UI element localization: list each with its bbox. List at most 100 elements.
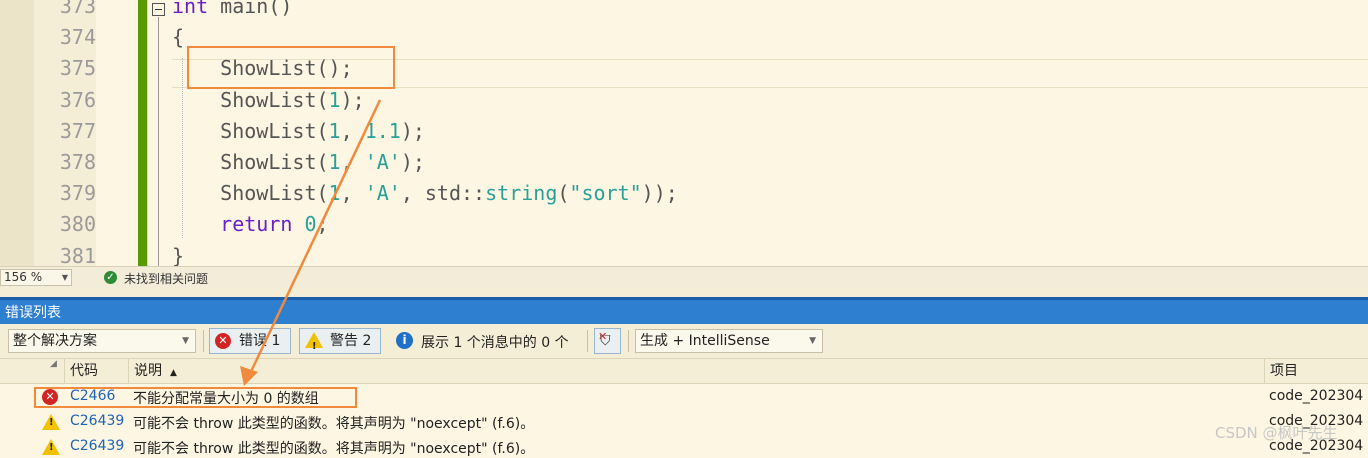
error-list-header: ◢ 代码 说明 ▲ 项目: [0, 358, 1368, 384]
column-header-project[interactable]: 项目: [1264, 359, 1368, 383]
error-code-link[interactable]: C26439: [70, 413, 124, 429]
error-list-row[interactable]: ! C26439 可能不会 throw 此类型的函数。将其声明为 "noexcept…: [0, 411, 1368, 433]
warnings-filter-button[interactable]: ! 警告 2: [299, 328, 381, 354]
code-line[interactable]: ShowList(1);: [172, 88, 365, 112]
code-token: "sort": [569, 181, 642, 206]
info-icon[interactable]: i: [396, 332, 413, 349]
code-line[interactable]: {: [172, 25, 184, 49]
chevron-down-icon: ▼: [809, 336, 816, 346]
code-token: ));: [641, 181, 678, 206]
code-token: 1: [328, 150, 341, 174]
code-token: return: [220, 212, 293, 237]
code-line[interactable]: ShowList(1, 'A');: [172, 150, 425, 174]
code-line[interactable]: int main(): [172, 0, 292, 18]
code-token: main(): [208, 0, 293, 18]
warning-icon: !: [42, 414, 60, 430]
code-token: 1: [328, 118, 341, 143]
line-number: 377: [59, 118, 96, 143]
column-label: 说明: [134, 363, 162, 379]
error-description: 可能不会 throw 此类型的函数。将其声明为 "noexcept" (f.6)…: [133, 416, 535, 432]
column-label: 代码: [70, 363, 98, 379]
code-token: 0: [304, 212, 317, 237]
code-token: ,: [340, 181, 365, 206]
scope-dropdown[interactable]: 整个解决方案 ▼: [8, 329, 196, 353]
outline-line: [158, 17, 159, 266]
clear-filter-button[interactable]: ⛉ ✕: [594, 328, 621, 354]
errors-filter-label: 错误 1: [239, 333, 281, 349]
toolbar-separator: [628, 330, 629, 352]
warning-icon: !: [42, 439, 60, 455]
margin-divider: [147, 0, 148, 266]
editor-gutter: [0, 0, 34, 266]
code-token: 1.1: [364, 118, 401, 143]
issues-status-text[interactable]: 未找到相关问题: [124, 270, 208, 287]
close-icon: ✕: [598, 330, 608, 343]
code-line[interactable]: ShowList(1, 1.1);: [172, 119, 425, 143]
code-token: 'A': [364, 181, 401, 206]
collapse-region-icon[interactable]: [152, 3, 165, 16]
code-line[interactable]: return 0;: [172, 212, 329, 237]
code-token: (: [557, 181, 570, 206]
code-token: int: [172, 0, 209, 18]
indent-guide: [182, 58, 183, 238]
toolbar-separator: [203, 330, 204, 352]
sort-ascending-icon: ▲: [170, 368, 177, 378]
error-list-toolbar: 整个解决方案 ▼ ✕ 错误 1 ! 警告 2 i 展示 1 个消息中的 0 个 …: [0, 324, 1368, 358]
code-token: 'A': [364, 150, 401, 174]
line-number: 376: [59, 87, 96, 112]
code-token: , std::: [400, 181, 486, 206]
code-token: );: [400, 150, 425, 174]
code-token: ShowList(: [172, 181, 329, 206]
code-line[interactable]: ShowList(1, 'A', std::string("sort"));: [172, 181, 678, 205]
line-number: 378: [59, 150, 96, 174]
messages-filter-label[interactable]: 展示 1 个消息中的 0 个: [421, 332, 569, 352]
code-token: string: [485, 181, 558, 206]
change-tracking-bar: [138, 0, 147, 266]
watermark: CSDN @枫叶先生: [1215, 424, 1338, 442]
zoom-level: 156 %: [4, 270, 43, 284]
line-number: 374: [59, 25, 96, 50]
toolbar-separator: [587, 330, 588, 352]
code-token: ,: [340, 118, 365, 143]
column-header-code[interactable]: 代码: [64, 359, 128, 383]
line-number: 381: [59, 243, 96, 266]
error-icon: ✕: [215, 333, 231, 349]
scope-value: 整个解决方案: [13, 333, 97, 349]
line-number-margin: 373 374 375 376 377 378 379 380 381: [34, 0, 96, 266]
line-number: 375: [59, 56, 96, 81]
line-number: 379: [59, 181, 96, 206]
line-number: 380: [59, 212, 96, 237]
code-token: {: [172, 25, 185, 50]
chevron-down-icon: ▼: [61, 273, 68, 282]
line-number: 373: [59, 0, 96, 18]
column-label: 项目: [1270, 363, 1298, 379]
error-list-row[interactable]: ! C26439 可能不会 throw 此类型的函数。将其声明为 "noexcept…: [0, 436, 1368, 458]
errors-filter-button[interactable]: ✕ 错误 1: [209, 328, 291, 354]
error-code-link[interactable]: C26439: [70, 438, 124, 454]
error-project: code_202304: [1269, 388, 1364, 404]
code-token: ;: [316, 212, 329, 237]
code-token: );: [400, 118, 425, 143]
code-token: 1: [328, 181, 341, 206]
error-list-title: 错误列表: [0, 297, 1368, 324]
code-token: }: [172, 243, 185, 266]
column-chooser-icon[interactable]: ◢: [50, 359, 57, 369]
code-editor[interactable]: 373 374 375 376 377 378 379 380 381 int main(){ …: [0, 0, 1368, 266]
error-description: 可能不会 throw 此类型的函数。将其声明为 "noexcept" (f.6)…: [133, 441, 535, 457]
code-token: ShowList(: [172, 150, 329, 174]
column-header-description[interactable]: 说明 ▲: [128, 359, 1264, 383]
annotation-box-showlist: [187, 46, 395, 89]
build-filter-dropdown[interactable]: 生成 + IntelliSense ▼: [635, 329, 823, 353]
build-filter-value: 生成 + IntelliSense: [640, 333, 770, 349]
panel-splitter[interactable]: [0, 288, 1368, 297]
editor-status-bar: 156 % ▼ ✓ 未找到相关问题: [0, 266, 1368, 288]
zoom-dropdown[interactable]: 156 % ▼: [0, 269, 72, 286]
code-token: );: [340, 87, 365, 112]
warnings-filter-label: 警告 2: [330, 333, 372, 349]
code-token: ShowList(: [172, 118, 329, 143]
check-circle-icon: ✓: [104, 271, 117, 284]
code-line[interactable]: }: [172, 244, 184, 266]
warning-icon: !: [305, 332, 323, 352]
